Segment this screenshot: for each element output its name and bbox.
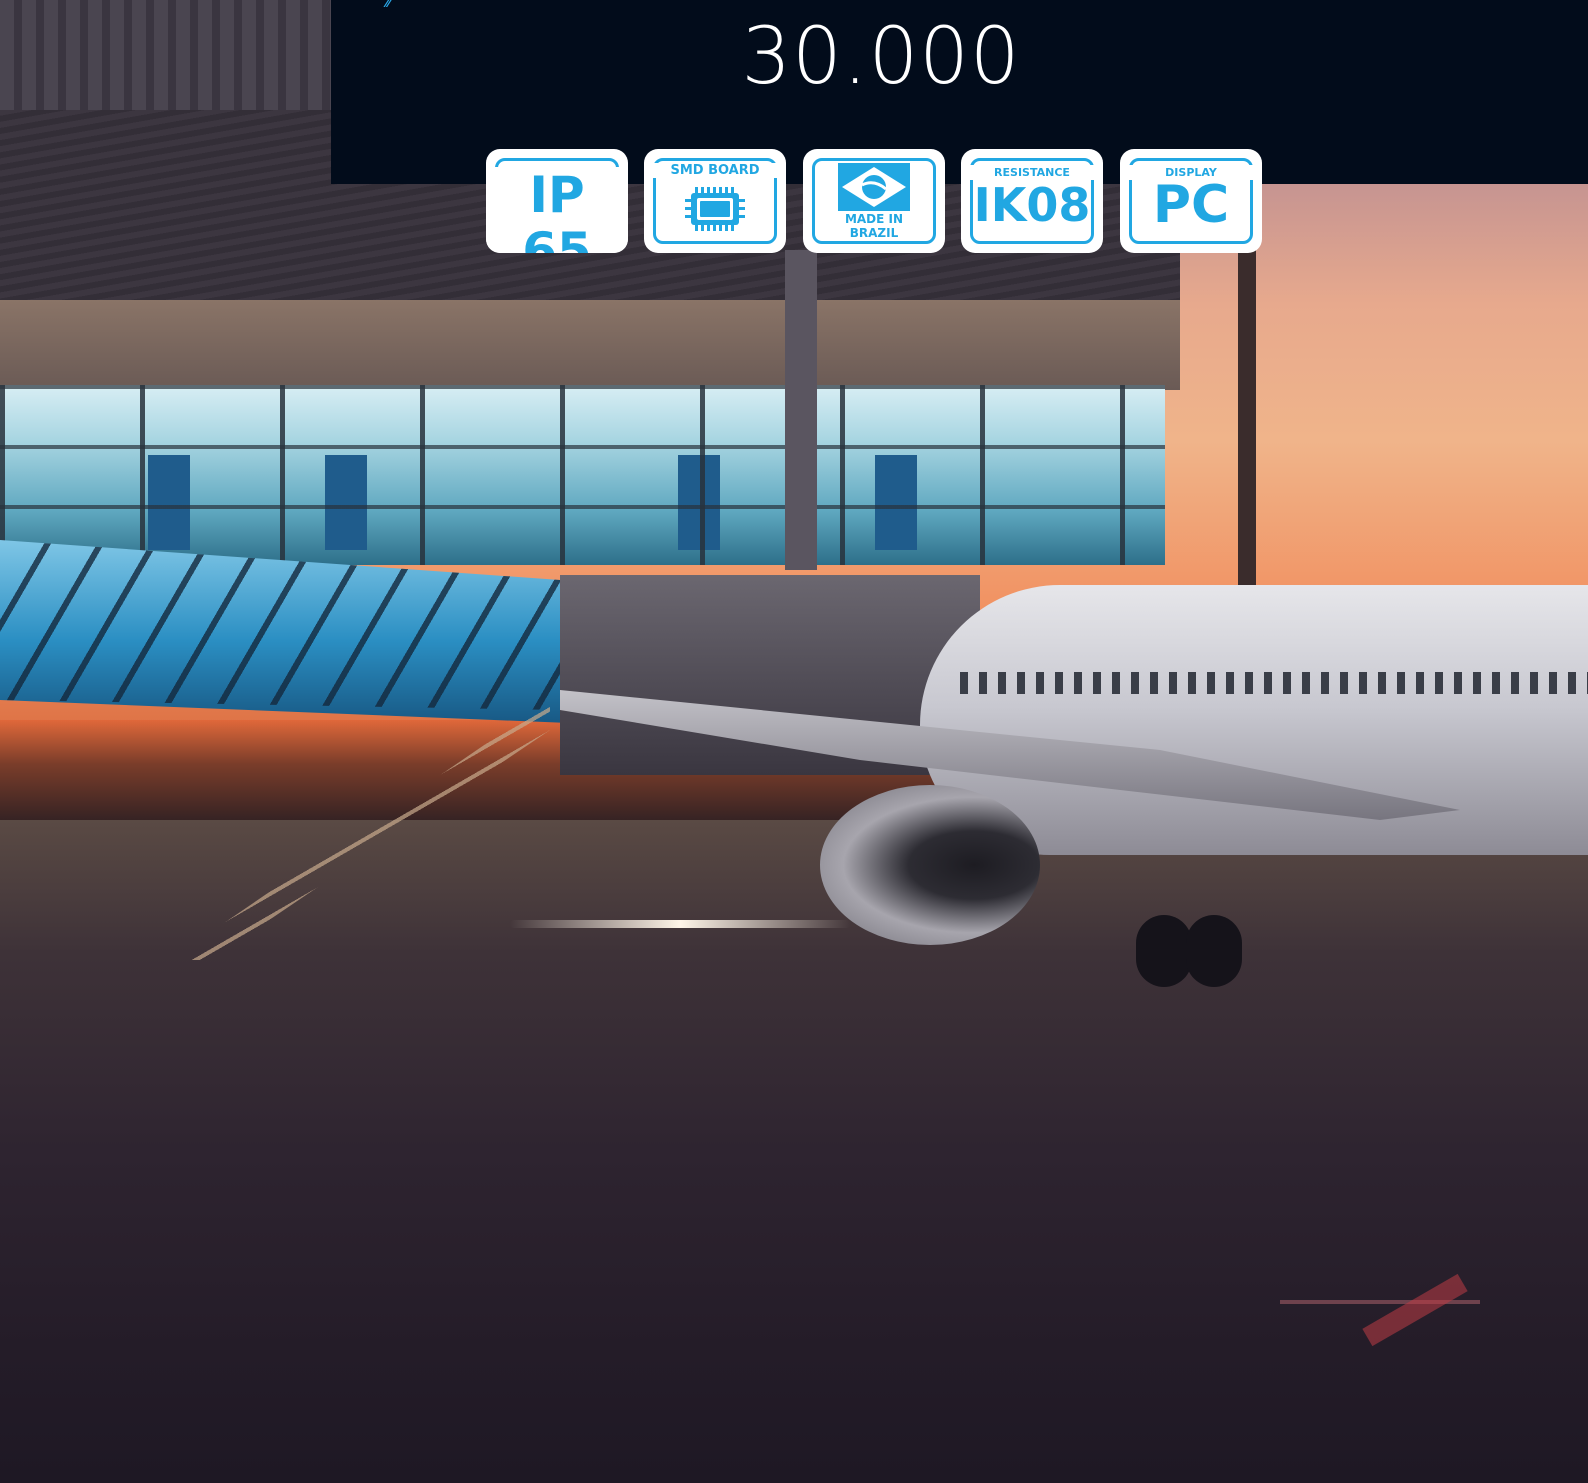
badge-label: PC — [1152, 175, 1230, 235]
airplane-fuselage — [920, 585, 1588, 855]
badge-label: SMD BOARD — [644, 163, 786, 178]
airport-background-photo — [0, 0, 1588, 1483]
terminal-fascia — [0, 300, 1180, 390]
light-streak — [510, 920, 850, 928]
badge-label-line2: BRAZIL — [849, 226, 899, 240]
apron-pole — [785, 250, 817, 570]
badge-smd-board: SMD BOARD — [644, 149, 786, 253]
landing-gear — [1136, 915, 1192, 987]
badge-label: IP 65 — [486, 167, 628, 253]
chip-icon — [685, 187, 745, 231]
badge-resistance: RESISTANCE IK08 — [961, 149, 1103, 253]
terminal-roof-edge — [0, 0, 340, 110]
badge-label: IK08 — [973, 178, 1091, 232]
airplane-windows — [960, 672, 1588, 694]
airplane-engine — [820, 785, 1040, 945]
landing-gear — [1186, 915, 1242, 987]
brazil-flag-icon — [838, 163, 910, 211]
badge-display: DISPLAY PC — [1120, 149, 1262, 253]
logo-fragment-icon: ⁄⁄ — [386, 0, 391, 10]
light-tower — [1238, 250, 1256, 590]
window-mullions — [0, 385, 1165, 565]
price-value: 30.000 — [741, 12, 1021, 102]
badge-ip65: IP 65 — [486, 149, 628, 253]
badge-made-in-brazil: MADE IN BRAZIL — [803, 149, 945, 253]
badge-label-line1: MADE IN — [844, 212, 904, 226]
